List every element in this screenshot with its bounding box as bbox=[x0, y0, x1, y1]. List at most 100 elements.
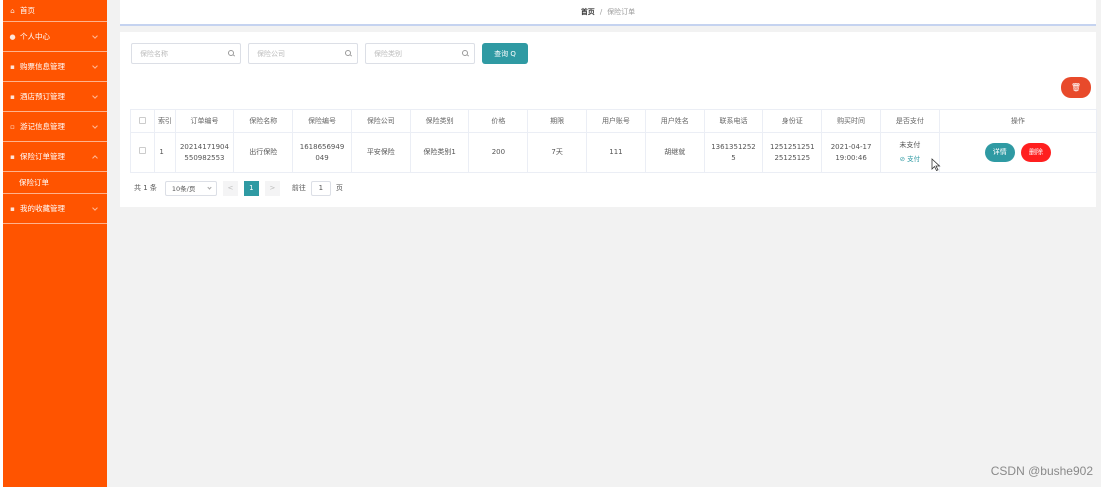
payment-status-text: 未支付 bbox=[899, 141, 921, 149]
column-header: 订单编号 bbox=[174, 109, 235, 133]
column-header: 价格 bbox=[468, 109, 529, 133]
id-card-line1: 1251251251 bbox=[770, 142, 815, 151]
column-header: 保险编号 bbox=[292, 109, 352, 133]
chevron-down-icon bbox=[92, 92, 98, 99]
sidebar: ⌂ 首页 ● 个人中心 ▪ 购票信息管理 ▪ 酒店预订管理 ▫ 游记信息管理 ▪… bbox=[3, 0, 107, 487]
column-header: 保险名称 bbox=[233, 109, 294, 133]
insurance-name-cell: 出行保险 bbox=[233, 132, 294, 173]
next-page-button[interactable]: > bbox=[264, 180, 280, 196]
search-icon bbox=[228, 50, 234, 56]
column-header: 用户姓名 bbox=[644, 109, 705, 133]
sidebar-item-label: 个人中心 bbox=[20, 32, 50, 41]
insurance-category-cell: 保险类别1 bbox=[409, 132, 470, 173]
input-placeholder: 保险公司 bbox=[257, 49, 285, 58]
sidebar-item-hotel-management[interactable]: ▪ 酒店预订管理 bbox=[3, 82, 107, 112]
home-icon: ⌂ bbox=[10, 6, 15, 15]
chevron-down-icon bbox=[207, 184, 212, 190]
orders-table: 索引 订单编号 保险名称 保险编号 保险公司 保险类别 价格 期限 用户账号 用… bbox=[129, 109, 1098, 173]
order-number-cell: 20214171904 550982553 bbox=[174, 132, 235, 173]
purchase-clock: 19:00:46 bbox=[835, 153, 867, 162]
phone-cell: 1361351252 5 bbox=[703, 132, 764, 173]
trash-icon: 🗑 bbox=[1070, 83, 1082, 92]
sidebar-item-label: 购票信息管理 bbox=[20, 62, 65, 71]
table-row: 1 20214171904 550982553 出行保险 1618656949 … bbox=[129, 132, 1098, 173]
order-number-line2: 550982553 bbox=[184, 153, 225, 162]
phone-line2: 5 bbox=[731, 153, 736, 162]
breadcrumb-home[interactable]: 首页 bbox=[581, 7, 595, 17]
insurance-company-search-input[interactable]: 保险公司 bbox=[248, 43, 358, 64]
sidebar-item-favorites-management[interactable]: ▪ 我的收藏管理 bbox=[3, 194, 107, 224]
orders-panel: 保险名称 保险公司 保险类别 查询 Q 🗑 索引 订单编号 保险名称 保险编号 … bbox=[120, 32, 1098, 207]
sidebar-item-insurance-orders-management[interactable]: ▪ 保险订单管理 bbox=[3, 142, 107, 172]
select-all-header[interactable] bbox=[129, 109, 156, 133]
sidebar-item-personal-center[interactable]: ● 个人中心 bbox=[3, 22, 107, 52]
delete-button[interactable]: 删除 bbox=[1020, 143, 1051, 162]
page-size-select[interactable]: 10条/页 bbox=[164, 180, 217, 196]
column-header: 期限 bbox=[527, 109, 588, 133]
mouse-cursor-icon bbox=[931, 158, 941, 172]
actions-cell: 详情 删除 bbox=[938, 132, 1098, 173]
page-unit-label: 页 bbox=[335, 184, 343, 192]
sidebar-item-label: 游记信息管理 bbox=[20, 122, 65, 131]
goto-label: 前往 bbox=[291, 184, 306, 192]
column-header: 身份证 bbox=[762, 109, 823, 133]
breadcrumb-current: 保险订单 bbox=[607, 8, 636, 16]
column-header: 是否支付 bbox=[879, 109, 940, 133]
phone-line1: 1361351252 bbox=[711, 142, 756, 151]
sidebar-item-label: 保险订单 bbox=[19, 178, 49, 187]
select-all-checkbox[interactable] bbox=[139, 116, 147, 124]
pagination: 共 1 条 10条/页 < 1 > 前往 1 页 bbox=[134, 179, 343, 197]
chevron-down-icon bbox=[92, 204, 98, 211]
breadcrumb-separator: / bbox=[599, 8, 603, 16]
purchase-date: 2021-04-17 bbox=[830, 142, 872, 151]
index-cell: 1 bbox=[154, 132, 176, 173]
column-header: 联系电话 bbox=[703, 109, 764, 133]
goto-page-input[interactable]: 1 bbox=[310, 180, 331, 196]
chevron-down-icon bbox=[92, 122, 98, 129]
note-icon: ▫ bbox=[10, 122, 15, 131]
insurance-name-search-input[interactable]: 保险名称 bbox=[131, 43, 241, 64]
watermark: CSDN @bushe902 bbox=[990, 464, 1093, 478]
ticket-icon: ▪ bbox=[10, 62, 15, 71]
insurance-number-line1: 1618656949 bbox=[299, 142, 345, 151]
insurance-category-search-input[interactable]: 保险类别 bbox=[365, 43, 475, 64]
sidebar-subitem-insurance-orders[interactable]: 保险订单 bbox=[3, 172, 107, 194]
search-icon bbox=[345, 50, 351, 56]
user-name-cell: 胡继就 bbox=[644, 132, 705, 173]
sidebar-item-label: 我的收藏管理 bbox=[20, 204, 65, 213]
column-header: 保险类别 bbox=[409, 109, 470, 133]
sidebar-item-label: 首页 bbox=[20, 6, 35, 15]
user-account-cell: 111 bbox=[586, 132, 646, 173]
column-header: 索引 bbox=[154, 109, 176, 133]
column-header: 保险公司 bbox=[350, 109, 411, 133]
chevron-down-icon bbox=[92, 62, 98, 69]
breadcrumb: 首页 / 保险订单 bbox=[120, 0, 1096, 26]
page-number-current[interactable]: 1 bbox=[243, 180, 259, 196]
column-header: 操作 bbox=[938, 109, 1098, 133]
star-icon: ▪ bbox=[10, 204, 15, 213]
prev-page-button[interactable]: < bbox=[222, 180, 238, 196]
id-card-line2: 25125125 bbox=[774, 153, 811, 162]
insurance-number-cell: 1618656949 049 bbox=[292, 132, 352, 173]
page-size-value: 10条/页 bbox=[171, 185, 196, 193]
sidebar-item-home[interactable]: ⌂ 首页 bbox=[3, 0, 107, 22]
sidebar-item-travel-notes[interactable]: ▫ 游记信息管理 bbox=[3, 112, 107, 142]
table-header-row: 索引 订单编号 保险名称 保险编号 保险公司 保险类别 价格 期限 用户账号 用… bbox=[129, 109, 1098, 133]
query-button[interactable]: 查询 Q bbox=[482, 43, 528, 64]
detail-button[interactable]: 详情 bbox=[984, 143, 1015, 162]
chevron-up-icon bbox=[92, 154, 98, 161]
chevron-down-icon bbox=[92, 32, 98, 39]
row-select-cell[interactable] bbox=[129, 132, 156, 173]
insurance-number-line2: 049 bbox=[315, 153, 329, 162]
hotel-icon: ▪ bbox=[10, 92, 15, 101]
right-edge bbox=[1101, 0, 1106, 487]
sidebar-item-label: 酒店预订管理 bbox=[20, 92, 65, 101]
row-checkbox[interactable] bbox=[139, 147, 147, 154]
sidebar-item-label: 保险订单管理 bbox=[20, 152, 65, 161]
bulk-delete-button[interactable]: 🗑 bbox=[1061, 77, 1091, 98]
shield-icon: ▪ bbox=[10, 152, 15, 161]
id-card-cell: 1251251251 25125125 bbox=[762, 132, 823, 173]
main-content: 首页 / 保险订单 保险名称 保险公司 保险类别 查询 Q 🗑 索引 订单编号 … bbox=[107, 0, 1106, 487]
column-header: 购买时间 bbox=[821, 109, 881, 133]
sidebar-item-ticket-management[interactable]: ▪ 购票信息管理 bbox=[3, 52, 107, 82]
